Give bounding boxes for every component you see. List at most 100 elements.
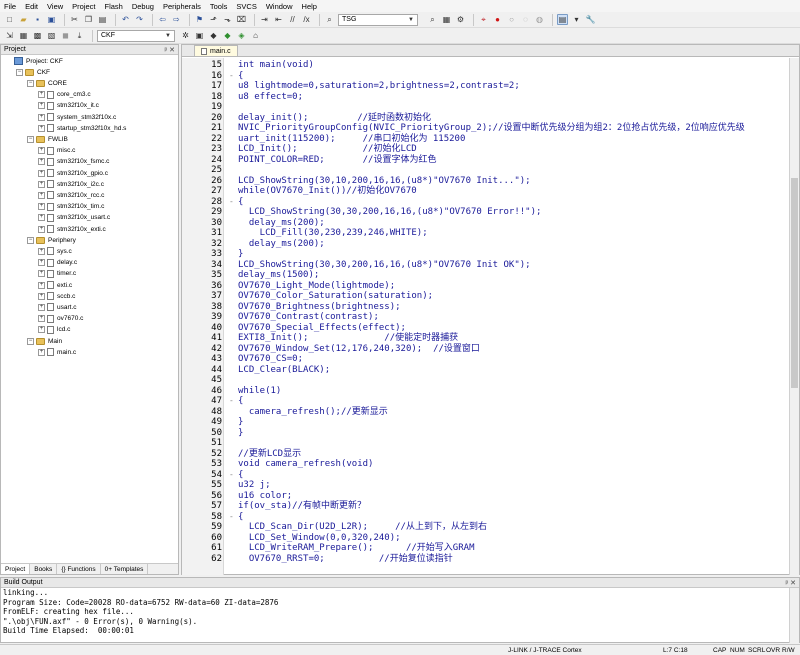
tree-item[interactable]: + sys.c <box>38 246 72 256</box>
prev-bookmark-icon[interactable]: ⬏ <box>208 14 219 25</box>
tree-item[interactable]: + core_cm3.c <box>38 90 91 100</box>
menu-item-debug[interactable]: Debug <box>132 2 154 11</box>
run-time-environment-icon[interactable]: ◈ <box>236 30 247 41</box>
window-layout-icon[interactable]: ▤ <box>557 14 568 25</box>
code-line[interactable]: 53 void camera_refresh(void) <box>182 459 789 470</box>
menu-item-flash[interactable]: Flash <box>105 2 123 11</box>
find-icon[interactable]: ⌕ <box>427 14 438 25</box>
unindent-icon[interactable]: ⇤ <box>273 14 284 25</box>
select-software-packs-icon[interactable]: ◆ <box>222 30 233 41</box>
collapse-icon[interactable]: − <box>27 79 34 87</box>
panel-pin-close-icon[interactable]: ᵖ ✕ <box>786 579 796 587</box>
fold-marker-icon[interactable]: - <box>229 396 234 407</box>
expand-icon[interactable]: + <box>38 247 45 255</box>
menu-item-view[interactable]: View <box>47 2 63 11</box>
expand-icon[interactable]: + <box>38 303 45 311</box>
build-icon[interactable]: ▦ <box>18 30 29 41</box>
new-file-icon[interactable]: □ <box>4 14 15 25</box>
download-icon[interactable]: ⤓ <box>74 30 85 41</box>
batch-build-icon[interactable]: ▧ <box>46 30 57 41</box>
bookmark-icon[interactable]: ⚑ <box>194 14 205 25</box>
panel-pin-close-icon[interactable]: ᵖ ✕ <box>165 46 175 54</box>
breakpoint-icon[interactable]: ● <box>492 14 503 25</box>
comment-icon[interactable]: // <box>287 14 298 25</box>
fold-marker-icon[interactable]: - <box>229 512 234 523</box>
stop-build-icon[interactable]: ◼ <box>60 30 71 41</box>
expand-icon[interactable]: + <box>38 259 45 267</box>
code-line[interactable]: 49} <box>182 417 789 428</box>
menu-item-window[interactable]: Window <box>266 2 293 11</box>
fold-marker-icon[interactable]: - <box>229 470 234 481</box>
expand-icon[interactable]: + <box>38 113 45 121</box>
tree-item[interactable]: − Main <box>27 336 62 346</box>
open-file-icon[interactable]: ▰ <box>18 14 29 25</box>
uncomment-icon[interactable]: /x <box>301 14 312 25</box>
expand-icon[interactable]: + <box>38 158 45 166</box>
tree-item[interactable]: + sccb.c <box>38 291 75 301</box>
paste-icon[interactable]: ▤ <box>97 14 108 25</box>
tree-item[interactable]: − Periphery <box>27 235 76 245</box>
rebuild-icon[interactable]: ▩ <box>32 30 43 41</box>
code-line[interactable]: 32 delay_ms(200); <box>182 239 789 250</box>
code-line[interactable]: 37 OV7670_Color_Saturation(saturation); <box>182 291 789 302</box>
code-line[interactable]: 15 int main(void) <box>182 60 789 71</box>
expand-icon[interactable]: + <box>38 326 45 334</box>
code-line[interactable]: 18 u8 effect=0; <box>182 92 789 103</box>
code-line[interactable]: 22 uart_init(115200); //串口初始化为 115200 <box>182 134 789 145</box>
disable-all-breakpoints-icon[interactable]: ◌ <box>520 14 531 25</box>
code-line[interactable]: 46 while(1) <box>182 386 789 397</box>
editor-tab-main-c[interactable]: main.c <box>194 45 238 56</box>
collapse-icon[interactable]: − <box>27 337 34 345</box>
code-line[interactable]: 50} <box>182 428 789 439</box>
tree-item[interactable]: + stm32f10x_gpio.c <box>38 168 108 178</box>
kill-breakpoints-icon[interactable]: ◍ <box>534 14 545 25</box>
code-line[interactable]: 60 LCD_Set_Window(0,0,320,240); <box>182 533 789 544</box>
expand-icon[interactable]: + <box>38 292 45 300</box>
layout-dropdown-icon[interactable]: ▾ <box>571 14 582 25</box>
translate-icon[interactable]: ⇲ <box>4 30 15 41</box>
editor-vertical-scrollbar[interactable] <box>789 58 799 575</box>
code-line[interactable]: 21 NVIC_PriorityGroupConfig(NVIC_Priority… <box>182 123 789 134</box>
expand-icon[interactable]: + <box>38 147 45 155</box>
tree-item[interactable]: + usart.c <box>38 302 77 312</box>
code-line[interactable]: 35 delay_ms(1500); <box>182 270 789 281</box>
fold-marker-icon[interactable]: - <box>229 197 234 208</box>
save-icon[interactable]: ▪ <box>32 14 43 25</box>
tree-item[interactable]: + main.c <box>38 347 76 357</box>
code-line[interactable]: 26 LCD_ShowString(30,10,200,16,16,(u8*)"O… <box>182 176 789 187</box>
expand-icon[interactable]: + <box>38 348 45 356</box>
code-line[interactable]: 56 u16 color; <box>182 491 789 502</box>
fold-marker-icon[interactable]: - <box>229 71 234 82</box>
expand-icon[interactable]: + <box>38 225 45 233</box>
tree-item[interactable]: + misc.c <box>38 146 75 156</box>
code-line[interactable]: 29 LCD_ShowString(30,30,200,16,16,(u8*)"… <box>182 207 789 218</box>
code-line[interactable]: 23 LCD_Init(); //初始化LCD <box>182 144 789 155</box>
code-line[interactable]: 57 if(ov_sta)//有帧中断更新？ <box>182 501 789 512</box>
manage-components-icon[interactable]: ▣ <box>194 30 205 41</box>
tree-item[interactable]: + stm32f10x_usart.c <box>38 213 110 223</box>
expand-icon[interactable]: + <box>38 91 45 99</box>
clear-bookmarks-icon[interactable]: ⌧ <box>236 14 247 25</box>
start-debug-icon[interactable]: ⌖ <box>478 14 489 25</box>
save-all-icon[interactable]: ▣ <box>46 14 57 25</box>
redo-icon[interactable]: ↷ <box>134 14 145 25</box>
expand-icon[interactable]: + <box>38 214 45 222</box>
panel-tab[interactable]: {} Functions <box>57 564 101 574</box>
code-line[interactable]: 44 LCD_Clear(BLACK); <box>182 365 789 376</box>
indent-icon[interactable]: ⇥ <box>259 14 270 25</box>
menu-item-file[interactable]: File <box>4 2 16 11</box>
collapse-icon[interactable]: − <box>27 236 34 244</box>
panel-tab[interactable]: Project <box>1 564 31 574</box>
code-line[interactable]: 59 LCD_Scan_Dir(U2D_L2R); //从上到下，从左到右 <box>182 522 789 533</box>
code-line[interactable]: 48 camera_refresh();//更新显示 <box>182 407 789 418</box>
cut-icon[interactable]: ✂ <box>69 14 80 25</box>
code-line[interactable]: 62 OV7670_RRST=0; //开始复位读指针 <box>182 554 789 565</box>
collapse-icon[interactable]: − <box>27 135 34 143</box>
code-line[interactable]: 31 LCD_Fill(30,230,239,246,WHITE); <box>182 228 789 239</box>
code-line[interactable]: 24 POINT_COLOR=RED; //设置字体为红色 <box>182 155 789 166</box>
tree-item[interactable]: + stm32f10x_rcc.c <box>38 190 104 200</box>
menu-item-tools[interactable]: Tools <box>210 2 228 11</box>
expand-icon[interactable]: + <box>38 191 45 199</box>
tree-item[interactable]: + stm32f10x_i2c.c <box>38 179 104 189</box>
file-extensions-icon[interactable]: ◆ <box>208 30 219 41</box>
